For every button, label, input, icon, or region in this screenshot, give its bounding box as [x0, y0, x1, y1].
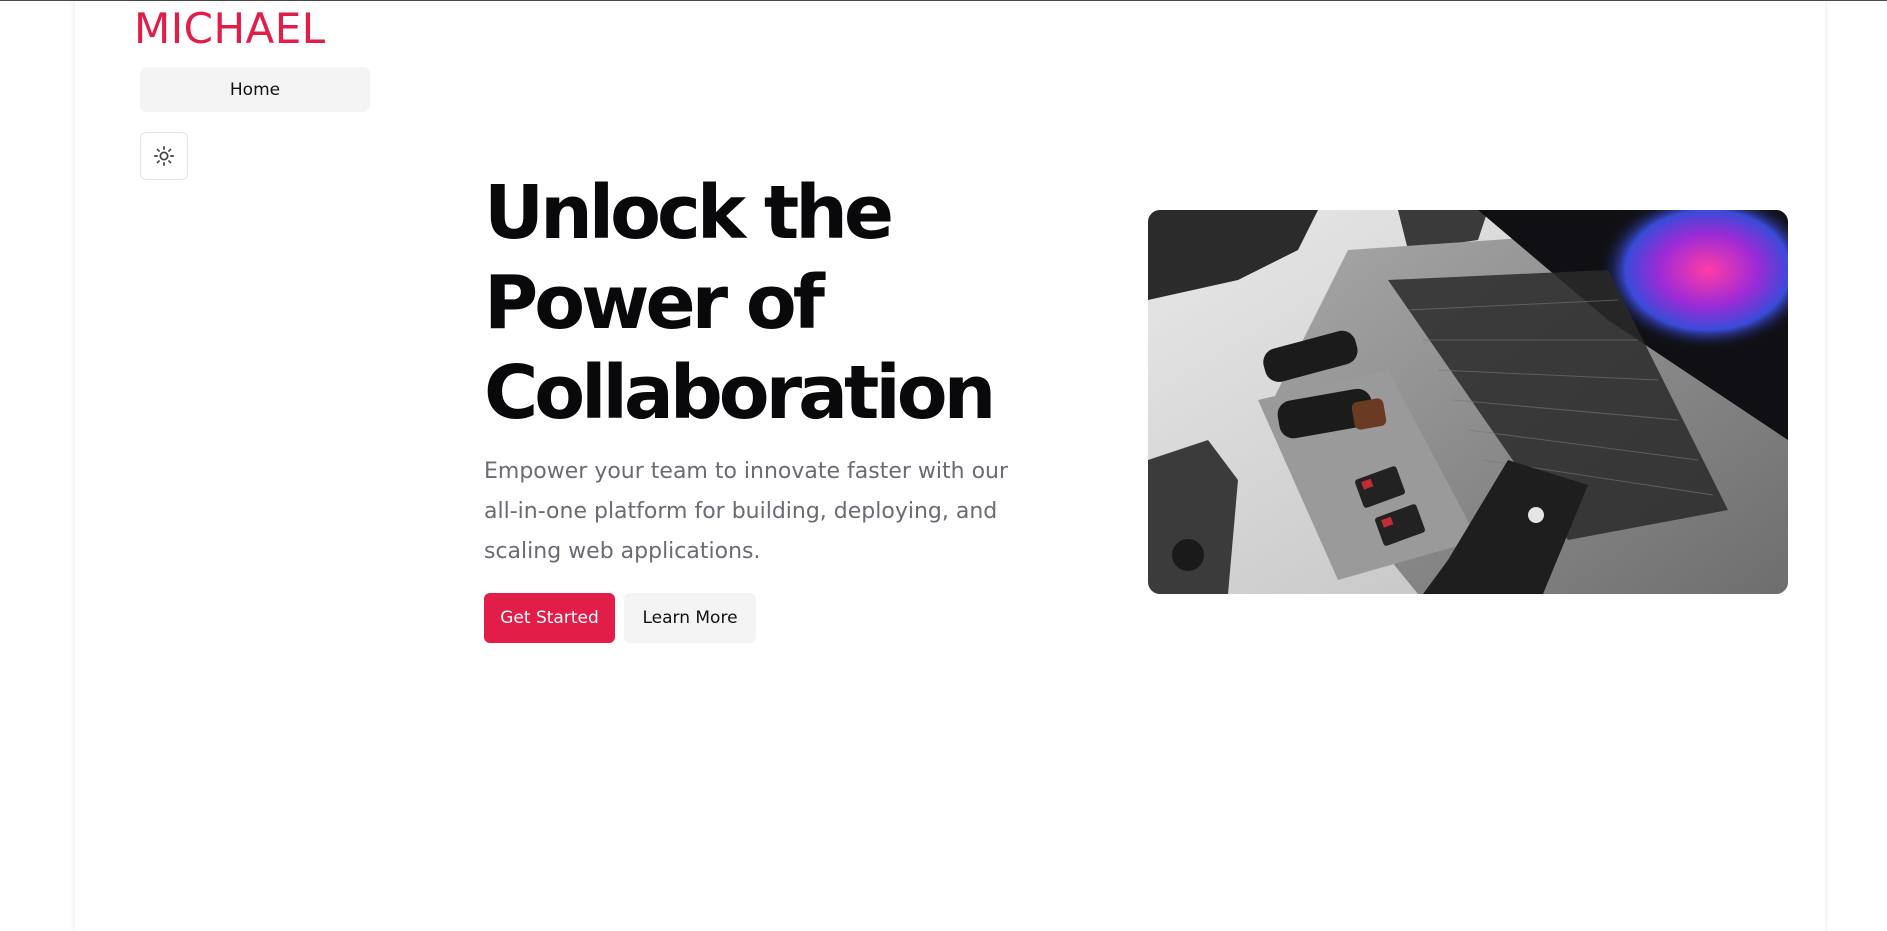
nav-home-button[interactable]: Home	[140, 67, 370, 112]
hero-title-line-3: Collaboration	[484, 350, 996, 436]
hero-title-line-1: Unlock the	[484, 170, 894, 256]
hero-title-line-2: Power of	[484, 260, 825, 346]
hero-image	[1148, 210, 1788, 594]
learn-more-button[interactable]: Learn More	[624, 593, 756, 643]
laptop-photo-icon	[1148, 210, 1788, 594]
sun-icon	[153, 145, 175, 167]
brand-logo[interactable]: MICHAEL	[134, 2, 326, 56]
hero-subtitle: Empower your team to innovate faster wit…	[484, 459, 1009, 564]
get-started-button[interactable]: Get Started	[484, 593, 615, 643]
theme-toggle-button[interactable]	[140, 132, 188, 180]
hero-title: Unlock the Power of Collaboration	[484, 168, 996, 438]
